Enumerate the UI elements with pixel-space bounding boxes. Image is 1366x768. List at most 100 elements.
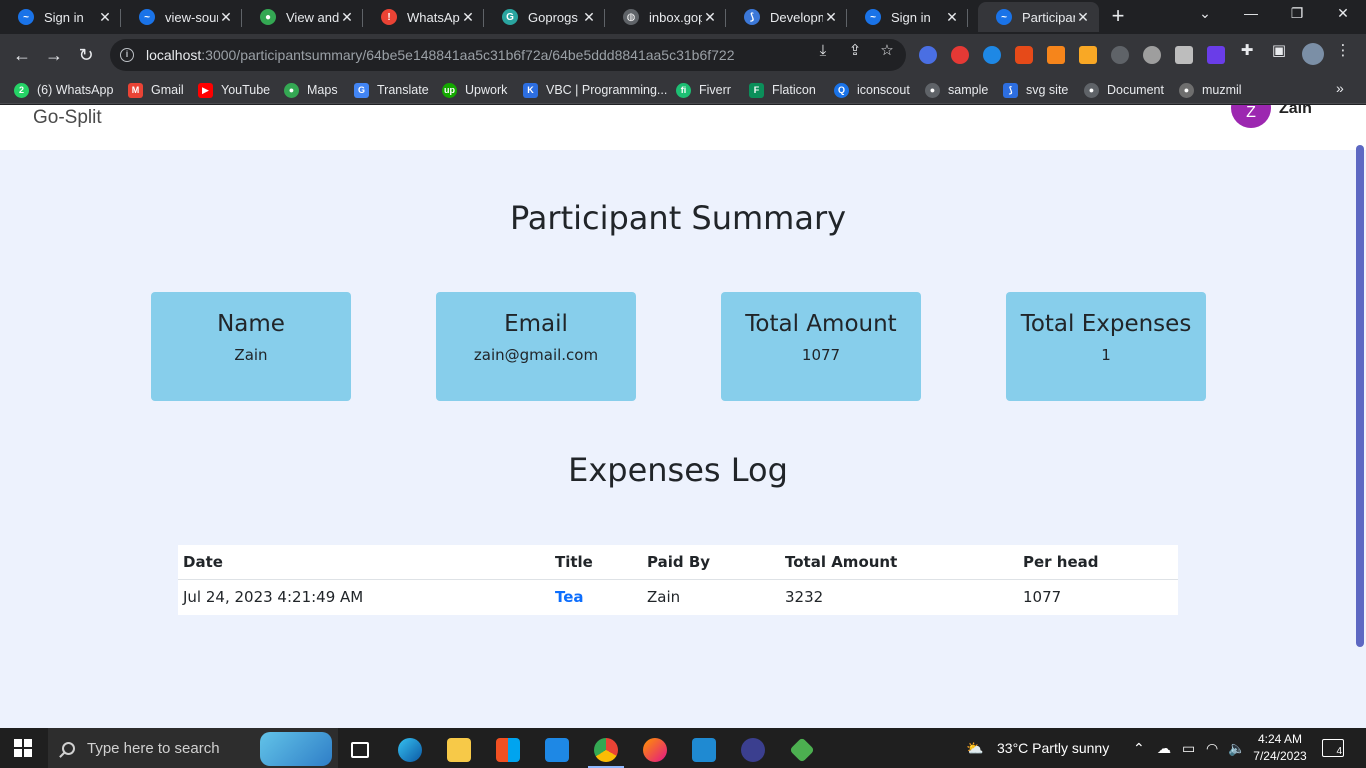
chrome-icon[interactable]: [584, 732, 628, 768]
extension-icon[interactable]: [951, 46, 969, 64]
weather-widget[interactable]: 33°C Partly sunny: [997, 728, 1109, 768]
bookmark-youtube[interactable]: ▶ YouTube: [198, 81, 270, 99]
column-header-date: Date: [183, 553, 223, 571]
extension-icon[interactable]: [919, 46, 937, 64]
file-explorer-icon[interactable]: [437, 732, 481, 768]
share-icon[interactable]: ⇪: [846, 42, 864, 60]
app-icon[interactable]: [731, 732, 775, 768]
bookmark-whatsapp[interactable]: 2 (6) WhatsApp: [14, 81, 113, 99]
extension-icon[interactable]: [1143, 46, 1161, 64]
close-tab-icon[interactable]: ✕: [218, 9, 234, 26]
bookmark-star-icon[interactable]: ☆: [878, 42, 896, 60]
whatsapp-icon: 2: [14, 82, 29, 98]
chevron-up-icon[interactable]: ⌃: [1133, 728, 1145, 768]
minimize-icon[interactable]: —: [1236, 5, 1266, 21]
browser-toolbar: ← → ↻ i localhost:3000/participantsummar…: [0, 34, 1366, 76]
bookmark-maps[interactable]: ● Maps: [284, 81, 338, 99]
browser-tab-2[interactable]: ● View and edit ✕: [242, 2, 363, 32]
close-tab-icon[interactable]: ✕: [339, 9, 355, 26]
gopgrogs-icon: ~: [18, 9, 34, 25]
site-info-icon[interactable]: i: [120, 48, 134, 62]
gopgrogs-icon: ~: [996, 9, 1012, 25]
task-view-icon[interactable]: [338, 732, 382, 768]
browser-tab-4[interactable]: G Goprogs Cl ✕: [484, 2, 605, 32]
close-tab-icon[interactable]: ✕: [581, 9, 597, 26]
browser-tab-5[interactable]: ◍ inbox.gopr ✕: [605, 2, 726, 32]
card-label: Total Expenses: [1020, 311, 1192, 337]
back-icon[interactable]: ←: [9, 42, 35, 68]
extension-icon[interactable]: [1079, 46, 1097, 64]
extension-icon[interactable]: [983, 46, 1001, 64]
url-host: localhost: [146, 47, 202, 63]
bookmark-svg-site[interactable]: ⟆ svg site: [1003, 81, 1068, 99]
bookmark-label: (6) WhatsApp: [37, 83, 114, 97]
edge-icon[interactable]: [388, 732, 432, 768]
notification-icon[interactable]: 4: [1322, 739, 1344, 757]
brand-logo[interactable]: Go-Split: [33, 107, 102, 129]
install-icon[interactable]: ⤓: [814, 42, 832, 60]
tab-search-icon[interactable]: ⌄: [1190, 5, 1220, 22]
browser-tab-7[interactable]: ~ Sign in ✕: [847, 2, 968, 32]
close-window-icon[interactable]: ✕: [1328, 5, 1358, 22]
vscode-icon[interactable]: [682, 732, 726, 768]
page-scrollbar[interactable]: [1356, 145, 1364, 647]
restore-icon[interactable]: ❐: [1282, 5, 1312, 22]
bookmark-translate[interactable]: G Translate: [354, 81, 429, 99]
profile-avatar[interactable]: [1302, 43, 1324, 65]
wifi-icon[interactable]: ◠: [1206, 728, 1218, 768]
browser-tab-active[interactable]: ~ Participant ✕: [978, 2, 1099, 32]
table-header-row: Date Title Paid By Total Amount Per head: [178, 545, 1178, 580]
bookmark-flaticon[interactable]: F Flaticon: [749, 81, 816, 99]
tab-title: Participant: [1022, 9, 1075, 25]
bookmark-document[interactable]: ● Document: [1084, 81, 1164, 99]
bookmark-upwork[interactable]: up Upwork: [442, 81, 507, 99]
pen-icon[interactable]: [1175, 46, 1193, 64]
cell-per-head: 1077: [1023, 588, 1062, 606]
metamask-icon[interactable]: [1047, 46, 1065, 64]
avatar[interactable]: Z: [1231, 105, 1271, 128]
forward-icon[interactable]: →: [41, 42, 67, 68]
new-tab-button[interactable]: +: [1104, 3, 1132, 31]
card-value: 1: [1101, 346, 1111, 364]
username[interactable]: Zain: [1279, 105, 1312, 118]
search-placeholder: Type here to search: [87, 739, 220, 757]
extension-icon[interactable]: [1207, 46, 1225, 64]
browser-tab-6[interactable]: ⟆ Developme ✕: [726, 2, 847, 32]
close-tab-icon[interactable]: ✕: [1075, 9, 1091, 26]
menu-icon[interactable]: ⋮: [1334, 42, 1352, 60]
more-bookmarks-icon[interactable]: »: [1336, 80, 1344, 96]
browser-tab-0[interactable]: ~ Sign in ✕: [0, 2, 121, 32]
battery-icon[interactable]: ▭: [1182, 728, 1195, 768]
expense-title-link[interactable]: Tea: [555, 580, 584, 615]
browser-tab-1[interactable]: ~ view-source ✕: [121, 2, 242, 32]
firefox-icon[interactable]: [633, 732, 677, 768]
bookmark-fiverr[interactable]: fi Fiverr: [676, 81, 731, 99]
taskbar-search[interactable]: Type here to search: [48, 728, 338, 768]
extension-icon[interactable]: [1111, 46, 1129, 64]
bookmark-gmail[interactable]: M Gmail: [128, 81, 184, 99]
close-tab-icon[interactable]: ✕: [97, 9, 113, 26]
close-tab-icon[interactable]: ✕: [944, 9, 960, 26]
windows-start-icon[interactable]: [14, 739, 32, 757]
volume-icon[interactable]: 🔈: [1228, 728, 1245, 768]
bookmark-label: Translate: [377, 83, 429, 97]
address-bar[interactable]: i localhost:3000/participantsummary/64be…: [110, 39, 906, 71]
reload-icon[interactable]: ↻: [73, 42, 99, 68]
close-tab-icon[interactable]: ✕: [702, 9, 718, 26]
extension-icon[interactable]: [1015, 46, 1033, 64]
weather-icon[interactable]: ⛅: [966, 728, 983, 768]
browser-tab-3[interactable]: ! WhatsApp ✕: [363, 2, 484, 32]
close-tab-icon[interactable]: ✕: [460, 9, 476, 26]
extensions-puzzle-icon[interactable]: ✚: [1238, 42, 1256, 60]
bookmark-sample[interactable]: ● sample: [925, 81, 988, 99]
bookmark-muzmil[interactable]: ● muzmil: [1179, 81, 1242, 99]
side-panel-icon[interactable]: ▣: [1270, 42, 1288, 60]
bookmark-vbc[interactable]: K VBC | Programming...: [523, 81, 667, 99]
bookmark-iconscout[interactable]: Qiconscout: [834, 81, 910, 99]
network-status-icon[interactable]: ☁: [1157, 728, 1171, 768]
close-tab-icon[interactable]: ✕: [823, 9, 839, 26]
mail-icon[interactable]: [535, 732, 579, 768]
app-icon[interactable]: [780, 732, 824, 768]
clock[interactable]: 4:24 AM 7/24/2023: [1250, 731, 1310, 765]
store-icon[interactable]: [486, 732, 530, 768]
